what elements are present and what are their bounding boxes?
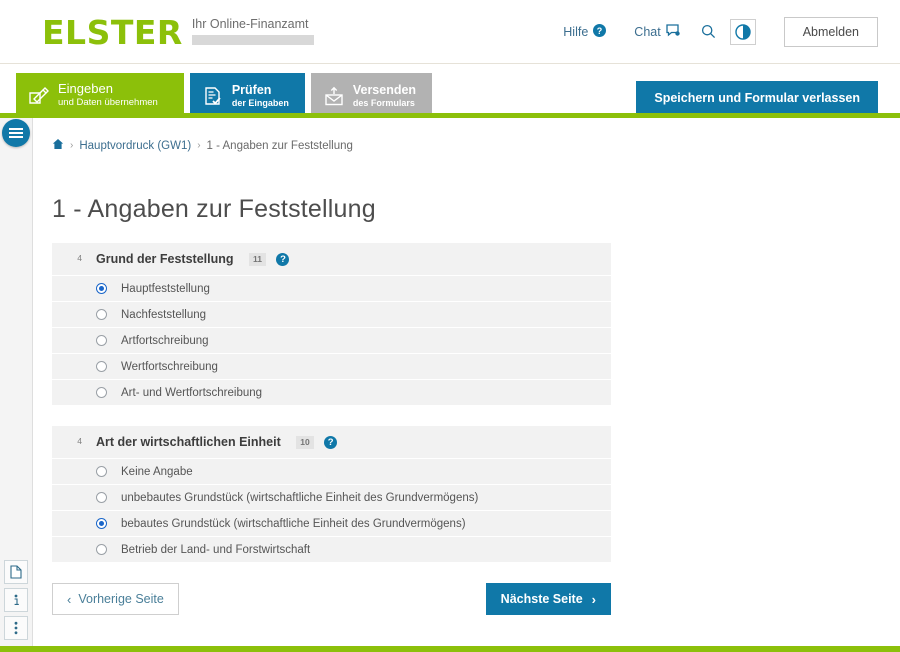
info-icon[interactable] — [4, 588, 28, 612]
fieldset-title-text: Art der wirtschaftlichen Einheit — [96, 435, 281, 450]
radio-option-label: bebautes Grundstück (wirtschaftliche Ein… — [121, 517, 466, 530]
previous-page-button[interactable]: ‹ Vorherige Seite — [52, 583, 179, 616]
breadcrumb-separator-1: › — [70, 140, 74, 151]
tab-eingeben[interactable]: Eingeben und Daten übernehmen — [16, 73, 184, 118]
contrast-toggle-icon[interactable] — [729, 18, 756, 45]
field-number-badge: 11 — [249, 253, 266, 267]
pencil-form-icon — [28, 85, 50, 107]
radio-option-label: Hauptfeststellung — [121, 282, 210, 295]
fieldset-header: 4 Art der wirtschaftlichen Einheit 10 ? — [52, 426, 611, 459]
workspace: › Hauptvordruck (GW1) › 1 - Angaben zur … — [0, 118, 900, 646]
app-header: ELSTER Ihr Online-Finanzamt Hilfe ? Chat… — [0, 0, 900, 64]
radio-option-row[interactable]: Keine Angabe — [52, 458, 611, 485]
fieldset-art-der-wirtschaftlichen-einheit: 4 Art der wirtschaftlichen Einheit 10 ? … — [52, 426, 611, 563]
radio-button[interactable] — [96, 361, 107, 373]
radio-option-row[interactable]: Artfortschreibung — [52, 327, 611, 354]
radio-option-row[interactable]: Betrieb der Land- und Forstwirtschaft — [52, 536, 611, 563]
chat-link-label: Chat — [634, 24, 661, 39]
help-icon[interactable]: ? — [324, 436, 338, 450]
breadcrumb-separator-2: › — [197, 140, 201, 151]
tab-pruefen-subtitle: der Eingaben — [231, 98, 289, 109]
next-page-label: Nächste Seite — [500, 592, 583, 607]
logo-wordmark: ELSTER — [42, 12, 183, 52]
chat-link[interactable]: Chat — [620, 23, 693, 40]
help-link-label: Hilfe — [563, 24, 589, 39]
radio-button[interactable] — [96, 518, 107, 530]
help-icon[interactable]: ? — [276, 253, 290, 267]
page-title: 1 - Angaben zur Feststellung — [52, 195, 376, 223]
previous-page-label: Vorherige Seite — [78, 592, 164, 607]
save-and-exit-button[interactable]: Speichern und Formular verlassen — [636, 81, 878, 115]
radio-button[interactable] — [96, 387, 107, 399]
main-content: › Hauptvordruck (GW1) › 1 - Angaben zur … — [33, 118, 900, 646]
radio-option-label: Betrieb der Land- und Forstwirtschaft — [121, 543, 311, 556]
fieldset-title-text: Grund der Feststellung — [96, 252, 234, 266]
radio-option-row[interactable]: Hauptfeststellung — [52, 275, 611, 302]
more-vertical-icon[interactable] — [4, 616, 28, 640]
tab-pruefen-title: Prüfen — [231, 82, 272, 97]
logo-tagline-block: Ihr Online-Finanzamt — [191, 16, 314, 45]
field-number-badge: 10 — [296, 436, 314, 450]
help-circle-icon: ? — [593, 23, 607, 40]
radio-option-row[interactable]: Art- und Wertfortschreibung — [52, 379, 611, 406]
logout-button[interactable]: Abmelden — [783, 16, 878, 47]
tab-pruefen-texts: Prüfen der Eingaben — [232, 83, 289, 109]
radio-option-row[interactable]: bebautes Grundstück (wirtschaftliche Ein… — [52, 510, 611, 537]
tab-versenden[interactable]: Versenden des Formulars — [310, 73, 433, 118]
line-number: 4 — [77, 436, 82, 447]
fieldset-title: Grund der Feststellung 11 ? — [96, 252, 290, 267]
breadcrumb: › Hauptvordruck (GW1) › 1 - Angaben zur … — [52, 138, 900, 153]
radio-option-label: Art- und Wertfortschreibung — [121, 386, 263, 399]
document-icon[interactable] — [4, 560, 28, 584]
fieldset-grund-der-feststellung: 4 Grund der Feststellung 11 ? Hauptfests… — [52, 243, 611, 406]
tab-list: Eingeben und Daten übernehmen Prüfen der… — [16, 73, 433, 118]
process-tabbar: Eingeben und Daten übernehmen Prüfen der… — [0, 64, 900, 118]
radio-option-label: Nachfeststellung — [121, 308, 207, 321]
tab-versenden-subtitle: des Formulars — [352, 98, 415, 109]
hamburger-menu-icon[interactable] — [2, 119, 30, 147]
radio-button[interactable] — [96, 335, 107, 347]
radio-option-row[interactable]: unbebautes Grundstück (wirtschaftliche E… — [52, 484, 611, 511]
line-number: 4 — [77, 253, 82, 263]
logo-placeholder-bar — [191, 34, 314, 45]
tab-eingeben-texts: Eingeben und Daten übernehmen — [58, 81, 158, 109]
checked-document-icon — [202, 85, 224, 107]
search-icon[interactable] — [694, 19, 724, 45]
fieldset-title: Art der wirtschaftlichen Einheit 10 ? — [96, 435, 338, 450]
radio-button[interactable] — [96, 492, 107, 504]
radio-option-label: Wertfortschreibung — [121, 360, 218, 373]
radio-option-label: Artfortschreibung — [121, 334, 209, 347]
radio-button[interactable] — [96, 544, 107, 556]
next-page-button[interactable]: Nächste Seite › — [485, 583, 611, 616]
radio-option-row[interactable]: Wertfortschreibung — [52, 353, 611, 380]
elster-logo[interactable]: ELSTER Ihr Online-Finanzamt — [42, 14, 314, 50]
logo-tagline: Ihr Online-Finanzamt — [191, 16, 309, 31]
tab-versenden-texts: Versenden des Formulars — [353, 83, 416, 109]
home-icon[interactable] — [52, 138, 64, 153]
breadcrumb-item-current: 1 - Angaben zur Feststellung — [206, 139, 353, 152]
radio-button[interactable] — [96, 466, 107, 478]
radio-option-label: unbebautes Grundstück (wirtschaftliche E… — [121, 491, 479, 504]
page-navigation: ‹ Vorherige Seite Nächste Seite › — [52, 583, 611, 616]
breadcrumb-item-hauptvordruck[interactable]: Hauptvordruck (GW1) — [79, 140, 191, 152]
tab-pruefen[interactable]: Prüfen der Eingaben — [189, 73, 305, 118]
help-link[interactable]: Hilfe ? — [549, 23, 620, 40]
rail-tool-group — [4, 560, 28, 640]
radio-option-row[interactable]: Nachfeststellung — [52, 301, 611, 328]
svg-text:?: ? — [597, 25, 603, 35]
chevron-left-icon: ‹ — [67, 591, 72, 607]
radio-option-label: Keine Angabe — [121, 465, 193, 478]
bottom-green-bar — [0, 646, 900, 652]
left-rail — [0, 118, 33, 646]
tab-eingeben-title: Eingeben — [58, 81, 113, 97]
chat-bubble-icon — [666, 23, 680, 40]
envelope-upload-icon — [323, 85, 345, 107]
header-actions: Hilfe ? Chat Abmelden — [549, 16, 878, 47]
chevron-right-icon: › — [591, 591, 596, 607]
radio-button[interactable] — [96, 309, 107, 321]
tab-versenden-title: Versenden — [352, 82, 417, 97]
radio-button[interactable] — [96, 283, 107, 295]
tab-eingeben-subtitle: und Daten übernehmen — [58, 97, 158, 108]
fieldset-header: 4 Grund der Feststellung 11 ? — [52, 243, 611, 276]
